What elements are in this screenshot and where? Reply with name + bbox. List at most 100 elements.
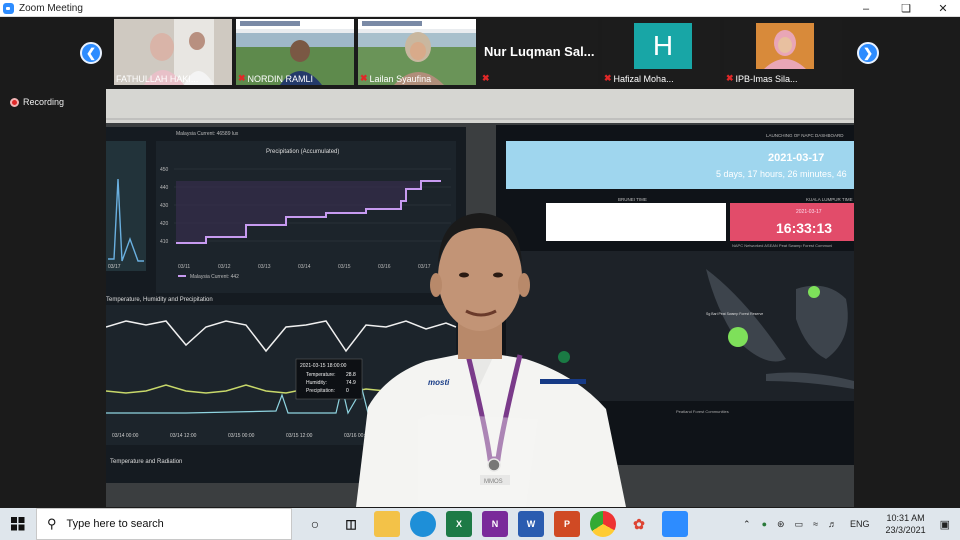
excel-icon[interactable]: X [446,511,472,537]
precip-legend: Malaysia Current: 442 [190,274,239,280]
muted-mic-icon: ✖ [238,73,246,83]
thp-chart-title: Temperature, Humidity and Precipitation [106,297,213,303]
thp-x-tick: 03/14 12:00 [170,433,197,439]
avatar: H [634,23,692,69]
tooltip-value: 0 [346,388,349,394]
precip-y-tick: 430 [160,203,169,209]
temp-radiation-title: Temperature and Radiation [110,459,182,465]
file-explorer-icon[interactable] [374,511,400,537]
muted-mic-icon: ✖ [360,73,368,83]
precip-x-tick: 03/13 [258,264,271,270]
gallery-prev-button[interactable]: ❮ [80,42,102,64]
meeting-stage: ❮ ❯ FATHULLAH HAKI... ✖ NORDIN RAMLI ✖ L… [0,17,960,508]
participant-name: ✖ Lailan Syaufina [360,73,432,84]
paint-icon[interactable]: ✿ [626,511,652,537]
kl-date: 2021-03-17 [796,209,822,215]
task-view-icon[interactable]: ◫ [338,511,364,537]
participant-name: ✖ IPB-Imas Sila... [726,73,798,84]
zoom-logo-icon [3,2,14,14]
window-titlebar: Zoom Meeting – ❏ ✕ [0,0,960,17]
launch-banner [506,141,854,189]
precip-x-tick: 03/16 [378,264,391,270]
precip-y-tick: 450 [160,167,169,173]
speaker-scene: 03/17 Malaysia Current: 46589 lux Precip… [106,89,854,507]
tooltip-value: 74.9 [346,380,356,386]
kl-time: 16:33:13 [776,220,832,236]
recording-indicator[interactable]: Recording [10,97,64,107]
left-top-legend: Malaysia Current: 46589 lux [176,131,239,137]
map-label: Sg Bari Peat Swamp Forest Reserve [706,312,763,316]
dashboard-header: LAUNCHING OF NAPC DASHBOARD [766,133,844,138]
launch-elapsed: 5 days, 17 hours, 26 minutes, 46 [716,169,847,179]
left-chart-xtick: 03/17 [108,264,121,270]
chevron-up-icon[interactable]: ⌃ [743,519,751,530]
clock-time: 10:31 AM [886,513,925,523]
active-speaker-video: 03/17 Malaysia Current: 46589 lux Precip… [106,89,854,507]
participant-tile[interactable]: ✖ NORDIN RAMLI [236,19,354,85]
participant-mute-status: ✖ [482,73,490,84]
chrome-icon[interactable] [590,511,616,537]
window-title: Zoom Meeting [19,2,83,14]
tooltip-date: 2021-03-15 18:00:00 [300,363,347,369]
clock-date: 23/3/2021 [885,525,926,535]
map-footer: Peatland Forest Communities [676,409,729,414]
thp-x-tick: 03/14 00:00 [112,433,139,439]
recording-label: Recording [23,97,65,107]
minimize-button[interactable]: – [851,0,881,17]
windows-logo-icon [11,517,25,531]
map-marker[interactable] [728,327,748,347]
notifications-icon[interactable]: ▣ [940,518,950,531]
zoom-taskbar-icon[interactable] [662,511,688,537]
muted-mic-icon: ✖ [482,73,490,83]
muted-mic-icon: ✖ [726,73,734,83]
map-marker[interactable] [808,286,820,298]
participant-tile[interactable]: ✖ IPB-Imas Sila... [724,19,842,85]
participant-name: ✖ NORDIN RAMLI [238,73,314,84]
mosti-logo: mosti [428,378,450,387]
thp-x-tick: 03/15 00:00 [228,433,255,439]
brunei-time-panel [546,203,726,241]
brunei-time-label: BRUNEI TIME [618,197,647,202]
edge-icon[interactable] [410,511,436,537]
precip-y-tick: 440 [160,185,169,191]
participant-tile[interactable]: ✖ Lailan Syaufina [358,19,476,85]
close-button[interactable]: ✕ [928,0,958,17]
map-title: NAPC Networked ASEAN Peat Swamp Forest C… [732,243,832,248]
thp-x-tick: 03/15 12:00 [286,433,313,439]
volume-icon[interactable]: ♬ [828,519,837,529]
record-icon [10,97,19,107]
tooltip-label: Humidity: [306,380,327,386]
shirt-emblem [558,351,570,363]
battery-icon[interactable]: ▭ [795,519,804,530]
participant-tile[interactable]: H ✖ Hafizal Moha... [602,19,720,85]
language-indicator[interactable]: ENG [850,519,870,529]
participant-display-name: Nur Luqman Sal... [484,44,595,59]
participant-tile[interactable]: Nur Luqman Sal... ✖ [480,19,598,85]
system-tray: ⌃ ● ⊛ ▭ ≈ ♬ ENG 10:31 AM 23/3/2021 ▣ [737,508,960,540]
precip-y-tick: 420 [160,221,169,227]
search-placeholder: Type here to search [66,518,164,530]
search-icon: ⚲ [47,516,57,531]
gallery-next-button[interactable]: ❯ [857,42,879,64]
bluetooth-icon[interactable]: ⊛ [777,519,785,530]
powerpoint-icon[interactable]: P [554,511,580,537]
participant-name: ✖ Hafizal Moha... [604,73,674,84]
launch-date: 2021-03-17 [768,152,824,164]
wifi-icon[interactable]: ≈ [813,519,818,529]
precip-x-tick: 03/12 [218,264,231,270]
precip-x-tick: 03/17 [418,264,431,270]
cortana-icon[interactable]: ○ [302,511,328,537]
onenote-icon[interactable]: N [482,511,508,537]
participant-tile[interactable]: FATHULLAH HAKI... [114,19,232,85]
network-app-icon[interactable]: ● [762,519,767,529]
precip-chart-title: Precipitation (Accumulated) [266,149,339,155]
precip-x-tick: 03/11 [178,264,190,270]
precip-x-tick: 03/14 [298,264,311,270]
word-icon[interactable]: W [518,511,544,537]
participant-name: FATHULLAH HAKI... [116,74,199,84]
windows-taskbar: ⚲ Type here to search ○ ◫ X N W P ✿ ⌃ ● … [0,508,960,540]
start-button[interactable] [0,508,36,540]
maximize-button[interactable]: ❏ [891,0,921,17]
taskbar-search[interactable]: ⚲ Type here to search [36,508,292,540]
clock[interactable]: 10:31 AM 23/3/2021 [886,512,926,536]
